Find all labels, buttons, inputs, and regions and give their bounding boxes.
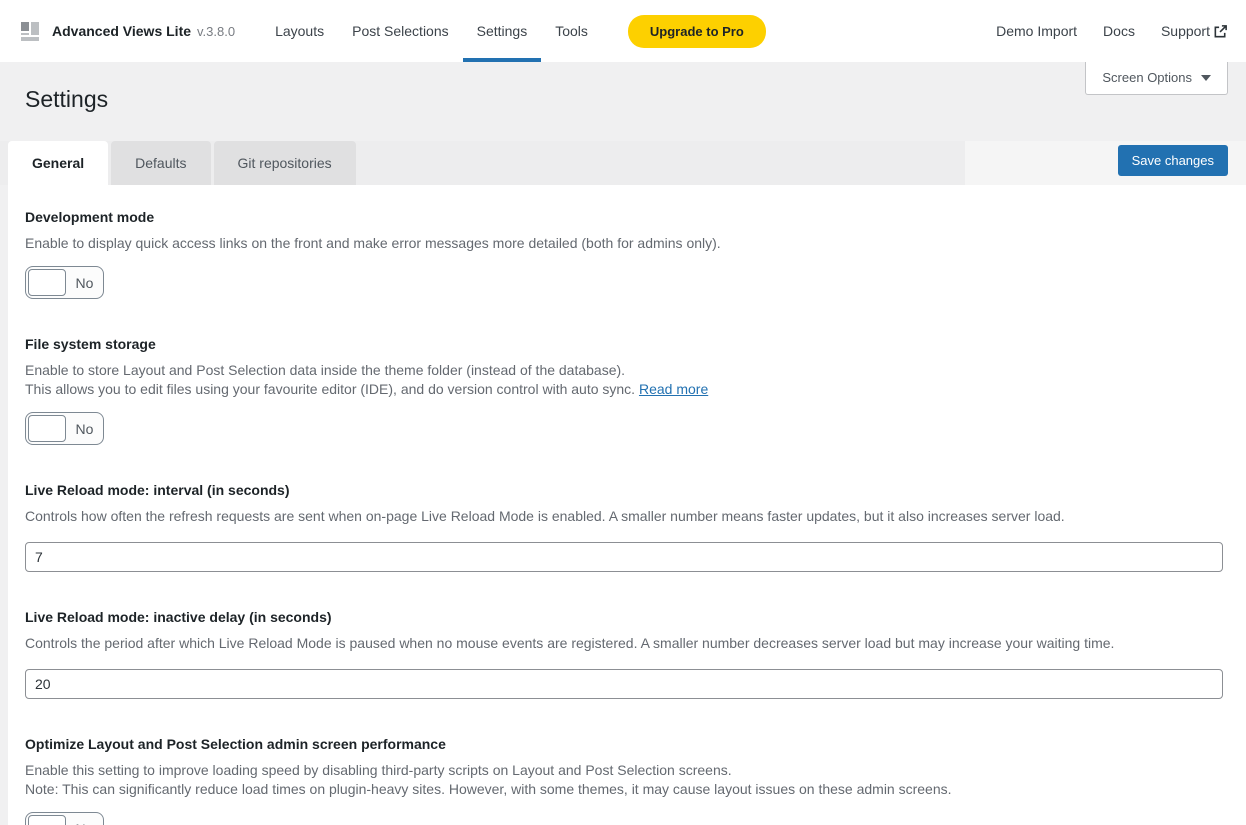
save-changes-button[interactable]: Save changes bbox=[1118, 145, 1228, 176]
tab-general[interactable]: General bbox=[8, 141, 108, 185]
setting-section-optimize-admin-performance: Optimize Layout and Post Selection admin… bbox=[25, 736, 1223, 825]
setting-description: This allows you to edit files using your… bbox=[25, 380, 1223, 399]
setting-description: Enable to display quick access links on … bbox=[25, 234, 1223, 253]
nav-item-settings[interactable]: Settings bbox=[463, 0, 542, 62]
setting-description: Controls how often the refresh requests … bbox=[25, 507, 1223, 526]
setting-label: Live Reload mode: inactive delay (in sec… bbox=[25, 609, 1223, 625]
setting-section-live-reload-interval: Live Reload mode: interval (in seconds) … bbox=[25, 482, 1223, 572]
setting-description: Note: This can significantly reduce load… bbox=[25, 780, 1223, 799]
tab-defaults[interactable]: Defaults bbox=[111, 141, 210, 185]
nav-item-tools[interactable]: Tools bbox=[541, 0, 602, 62]
plugin-top-bar: Advanced Views Lite v.3.8.0 Layouts Post… bbox=[0, 0, 1246, 62]
nav-item-layouts[interactable]: Layouts bbox=[261, 0, 338, 62]
setting-label: Development mode bbox=[25, 209, 1223, 225]
main-nav: Layouts Post Selections Settings Tools bbox=[261, 0, 602, 62]
setting-label: Optimize Layout and Post Selection admin… bbox=[25, 736, 1223, 752]
page-title: Settings bbox=[0, 62, 1246, 113]
chevron-down-icon bbox=[1201, 75, 1211, 81]
setting-label: File system storage bbox=[25, 336, 1223, 352]
toggle-knob bbox=[28, 269, 66, 296]
nav-item-post-selections[interactable]: Post Selections bbox=[338, 0, 463, 62]
toggle-state-label: No bbox=[66, 421, 103, 437]
page-header: Settings Screen Options bbox=[0, 62, 1246, 141]
optimize-performance-toggle[interactable]: No bbox=[25, 812, 104, 825]
toggle-knob bbox=[28, 815, 66, 825]
support-link[interactable]: Support bbox=[1161, 23, 1228, 39]
setting-section-live-reload-inactive-delay: Live Reload mode: inactive delay (in sec… bbox=[25, 609, 1223, 699]
upgrade-to-pro-button[interactable]: Upgrade to Pro bbox=[628, 15, 766, 48]
external-link-icon bbox=[1213, 24, 1228, 39]
setting-label: Live Reload mode: interval (in seconds) bbox=[25, 482, 1223, 498]
topbar-right-nav: Demo Import Docs Support bbox=[996, 23, 1228, 39]
brand-version: v.3.8.0 bbox=[197, 24, 235, 39]
support-link-label: Support bbox=[1161, 23, 1210, 39]
layout-blocks-icon bbox=[18, 19, 42, 43]
file-system-storage-toggle[interactable]: No bbox=[25, 412, 104, 445]
brand: Advanced Views Lite v.3.8.0 bbox=[18, 19, 235, 43]
setting-description: Controls the period after which Live Rel… bbox=[25, 634, 1223, 653]
setting-description-line: This allows you to edit files using your… bbox=[25, 381, 635, 397]
docs-link[interactable]: Docs bbox=[1103, 23, 1135, 39]
screen-options-label: Screen Options bbox=[1102, 70, 1192, 85]
settings-tab-strip: General Defaults Git repositories Save c… bbox=[0, 141, 1246, 185]
live-reload-interval-input[interactable] bbox=[25, 542, 1223, 572]
setting-section-file-system-storage: File system storage Enable to store Layo… bbox=[25, 336, 1223, 445]
read-more-link[interactable]: Read more bbox=[639, 381, 708, 397]
setting-section-development-mode: Development mode Enable to display quick… bbox=[25, 209, 1223, 299]
setting-description: Enable this setting to improve loading s… bbox=[25, 761, 1223, 780]
development-mode-toggle[interactable]: No bbox=[25, 266, 104, 299]
setting-description: Enable to store Layout and Post Selectio… bbox=[25, 361, 1223, 380]
brand-name: Advanced Views Lite bbox=[52, 23, 191, 39]
screen-options-button[interactable]: Screen Options bbox=[1085, 62, 1228, 95]
settings-panel-general: Development mode Enable to display quick… bbox=[8, 185, 1246, 825]
live-reload-inactive-delay-input[interactable] bbox=[25, 669, 1223, 699]
toggle-state-label: No bbox=[66, 821, 103, 825]
toggle-knob bbox=[28, 415, 66, 442]
toggle-state-label: No bbox=[66, 275, 103, 291]
demo-import-link[interactable]: Demo Import bbox=[996, 23, 1077, 39]
tab-git-repositories[interactable]: Git repositories bbox=[214, 141, 356, 185]
